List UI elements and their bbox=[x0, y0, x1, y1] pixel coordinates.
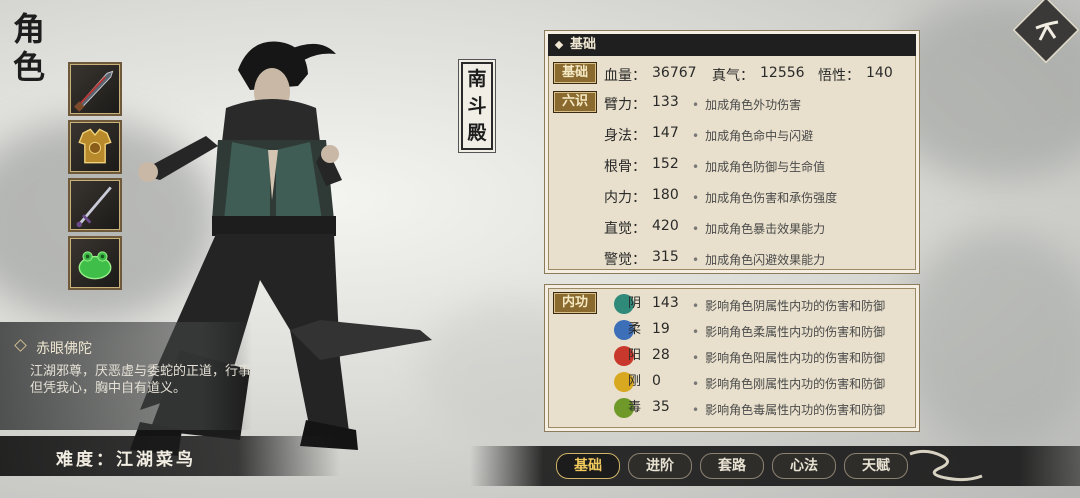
tag-inner-power: 内功 bbox=[553, 292, 597, 314]
page-title-text: 角色 bbox=[12, 10, 45, 86]
stat-label: 根骨： bbox=[604, 159, 646, 175]
wu-label: 悟性： bbox=[818, 68, 860, 84]
tab-talent[interactable]: 天赋 bbox=[844, 453, 908, 479]
element-char: 刚 bbox=[628, 374, 642, 389]
qi-value: 12556 bbox=[760, 65, 805, 81]
element-char: 阳 bbox=[628, 348, 642, 363]
section-header-label: 基础 bbox=[570, 37, 597, 52]
stat-desc: 加成角色外功伤害 bbox=[692, 96, 801, 113]
stat-label: 警觉： bbox=[604, 252, 646, 268]
equip-slot-weapon[interactable] bbox=[68, 62, 122, 116]
character-name: 赤眼佛陀 bbox=[36, 341, 92, 357]
difficulty-label: 难度：江湖菜鸟 bbox=[56, 450, 196, 470]
equip-slot-sword[interactable] bbox=[68, 178, 122, 232]
stat-value: 147 bbox=[652, 125, 679, 141]
stat-value: 180 bbox=[652, 187, 679, 203]
stat-label: 直觉： bbox=[604, 221, 646, 237]
stat-label: 身法： bbox=[604, 128, 646, 144]
element-value: 35 bbox=[652, 399, 670, 415]
stat-label: 内力： bbox=[604, 190, 646, 206]
page-title: 角色 bbox=[12, 10, 52, 86]
stat-value: 152 bbox=[652, 156, 679, 172]
tag-basic: 基础 bbox=[553, 62, 597, 84]
stat-value: 420 bbox=[652, 218, 679, 234]
faction-char: 殿 bbox=[467, 122, 487, 144]
jade-toad-icon bbox=[78, 251, 112, 280]
ink-wash-bg bbox=[900, 230, 1080, 450]
tab-advanced[interactable]: 进阶 bbox=[628, 453, 692, 479]
stat-desc: 加成角色命中与闪避 bbox=[692, 127, 813, 144]
element-desc: 影响角色毒属性内功的伤害和防御 bbox=[692, 401, 885, 418]
hp-label: 血量： bbox=[604, 68, 646, 84]
blade-icon bbox=[74, 70, 114, 112]
faction-plaque: 南 斗 殿 bbox=[461, 62, 493, 150]
armor-icon bbox=[78, 128, 112, 164]
element-value: 0 bbox=[652, 373, 661, 389]
element-desc: 影响角色阳属性内功的伤害和防御 bbox=[692, 349, 885, 366]
element-desc: 影响角色刚属性内功的伤害和防御 bbox=[692, 375, 885, 392]
stat-value: 133 bbox=[652, 94, 679, 110]
close-icon bbox=[1035, 20, 1059, 41]
faction-char: 斗 bbox=[467, 95, 487, 117]
equip-slot-accessory[interactable] bbox=[68, 236, 122, 290]
hp-value: 36767 bbox=[652, 65, 697, 81]
stat-desc: 加成角色伤害和承伤强度 bbox=[692, 189, 837, 206]
stat-desc: 加成角色闪避效果能力 bbox=[692, 251, 825, 268]
element-char: 柔 bbox=[628, 322, 642, 337]
section-header-basic: 基础 bbox=[548, 34, 916, 56]
element-char: 阴 bbox=[628, 296, 642, 311]
element-value: 143 bbox=[652, 295, 679, 311]
tab-basic[interactable]: 基础 bbox=[556, 453, 620, 479]
tag-six-senses: 六识 bbox=[553, 91, 597, 113]
stat-value: 315 bbox=[652, 249, 679, 265]
diamond-icon bbox=[554, 40, 564, 50]
stat-label: 臂力： bbox=[604, 97, 646, 113]
element-desc: 影响角色阴属性内功的伤害和防御 bbox=[692, 297, 885, 314]
sword-icon bbox=[76, 186, 112, 228]
element-desc: 影响角色柔属性内功的伤害和防御 bbox=[692, 323, 885, 340]
qi-label: 真气： bbox=[712, 68, 754, 84]
tab-mind-method[interactable]: 心法 bbox=[772, 453, 836, 479]
faction-char: 南 bbox=[467, 68, 487, 90]
character-description: 江湖邪尊，厌恶虚与委蛇的正道，行事但凭我心，胸中自有道义。 bbox=[30, 364, 252, 396]
stat-desc: 加成角色暴击效果能力 bbox=[692, 220, 825, 237]
wu-value: 140 bbox=[866, 65, 893, 81]
element-value: 19 bbox=[652, 321, 670, 337]
swirl-ornament-icon bbox=[909, 449, 983, 482]
element-char: 毒 bbox=[628, 400, 642, 415]
tab-routine[interactable]: 套路 bbox=[700, 453, 764, 479]
equip-slot-armor[interactable] bbox=[68, 120, 122, 174]
stat-desc: 加成角色防御与生命值 bbox=[692, 158, 825, 175]
element-value: 28 bbox=[652, 347, 670, 363]
